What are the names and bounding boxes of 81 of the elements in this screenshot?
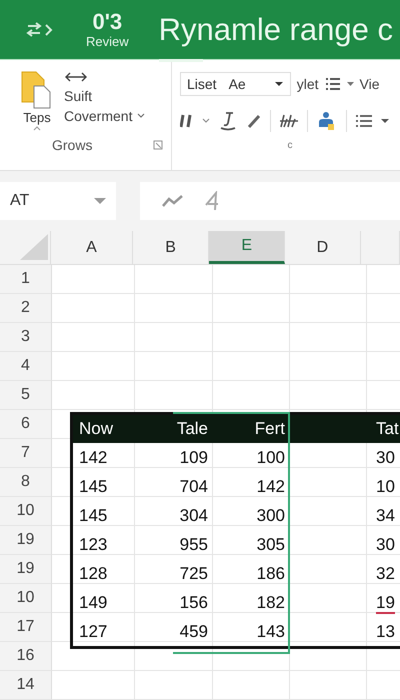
group-label: c xyxy=(288,140,292,151)
caret-icon xyxy=(274,81,284,87)
row-header[interactable]: 4 xyxy=(0,352,52,381)
row-header[interactable]: 10 xyxy=(0,497,52,526)
table-cell: 145 xyxy=(79,477,108,496)
row-header[interactable]: 8 xyxy=(0,468,52,497)
row-header[interactable]: 19 xyxy=(0,526,52,555)
convert-label[interactable]: Coverment xyxy=(64,108,132,124)
table-header-cell: Fert xyxy=(254,419,285,438)
row-header[interactable]: 1 xyxy=(0,265,52,294)
table-header-cell: Tale xyxy=(176,419,208,438)
style-label[interactable]: ylet xyxy=(296,76,318,92)
table-cell: 13 xyxy=(376,622,395,641)
formula-field[interactable] xyxy=(140,182,400,220)
table-cell: 10 xyxy=(376,477,395,496)
row-header[interactable]: 16 xyxy=(0,642,52,671)
row-header[interactable]: 17 xyxy=(0,613,52,642)
row-header[interactable]: 14 xyxy=(0,671,52,700)
table-cell: 305 xyxy=(256,535,285,554)
caret-icon xyxy=(33,125,41,131)
table-cell: 34 xyxy=(376,506,395,525)
table-cell: 186 xyxy=(256,564,285,583)
table-cell: 123 xyxy=(79,535,108,554)
counter-value: 0'3 xyxy=(92,10,122,34)
table-cell: 300 xyxy=(256,506,285,525)
underline-icon[interactable] xyxy=(218,111,238,131)
table-cell: 128 xyxy=(79,564,108,583)
caret-icon xyxy=(94,198,106,204)
table-cell: 30 xyxy=(376,448,395,467)
table-cell: 30 xyxy=(376,535,395,554)
table-cell: 19 xyxy=(376,593,395,614)
row-header[interactable]: 19 xyxy=(0,555,52,584)
list-icon[interactable] xyxy=(355,114,373,128)
column-header[interactable]: E xyxy=(209,231,286,264)
name-box[interactable]: AT xyxy=(0,182,116,220)
paste-label[interactable]: Teps xyxy=(23,110,51,125)
table-cell: 142 xyxy=(256,477,285,496)
group-label: Grows xyxy=(52,137,92,153)
double-arrow-icon[interactable] xyxy=(64,70,88,84)
window-title: Rynamle range c xyxy=(158,12,393,46)
table-cell: 127 xyxy=(79,622,108,641)
caret-icon xyxy=(137,113,146,119)
table-cell: 955 xyxy=(180,535,208,554)
counter-label: Review xyxy=(86,34,129,49)
row-header[interactable]: 3 xyxy=(0,323,52,352)
view-label[interactable]: Vie xyxy=(360,76,380,92)
row-header[interactable]: 6 xyxy=(0,410,52,439)
table-cell: 142 xyxy=(79,448,108,467)
active-indicator xyxy=(158,58,203,62)
pen-icon[interactable] xyxy=(246,113,262,129)
table-cell: 459 xyxy=(180,622,208,641)
caret-icon xyxy=(202,118,210,124)
row-header[interactable]: 5 xyxy=(0,381,52,410)
table-cell: 32 xyxy=(376,564,395,583)
row-header[interactable]: 2 xyxy=(0,294,52,323)
table-cell: 109 xyxy=(180,448,208,467)
row-header[interactable]: 10 xyxy=(0,584,52,613)
table-cell: 304 xyxy=(180,506,208,525)
column-header[interactable]: D xyxy=(285,231,361,264)
strikethrough-icon[interactable] xyxy=(279,113,299,129)
sparkline-icon[interactable] xyxy=(162,194,184,208)
table-cell: 725 xyxy=(180,564,208,583)
table-cell: 704 xyxy=(180,477,208,496)
table-cell: 182 xyxy=(256,593,285,612)
table-cell: 143 xyxy=(256,622,285,641)
row-header[interactable]: 7 xyxy=(0,439,52,468)
move-label[interactable]: Suift xyxy=(64,88,92,104)
table-cell: 149 xyxy=(79,593,108,612)
column-header[interactable]: A xyxy=(51,231,133,264)
caret-icon xyxy=(381,118,389,124)
table-header-cell: Now xyxy=(79,419,114,438)
dialog-launcher-icon[interactable] xyxy=(153,140,163,150)
font-dropdown[interactable]: Liset Ae xyxy=(180,72,291,96)
table-cell: 100 xyxy=(256,448,285,467)
table-cell: 156 xyxy=(180,593,208,612)
table-header-cell: Tat xyxy=(376,419,399,438)
list-icon[interactable] xyxy=(324,77,340,91)
cell-grid[interactable]: Now Tale Fert Tat 142 109 100 30 145 704 142 10 145 304 300 34 123 955 305 30 128 725 186 32 149 156 182 19 127 459 143 13 xyxy=(52,265,400,700)
table-cell: 145 xyxy=(79,506,108,525)
caret-icon xyxy=(346,82,354,86)
bold-icon[interactable] xyxy=(180,113,194,129)
